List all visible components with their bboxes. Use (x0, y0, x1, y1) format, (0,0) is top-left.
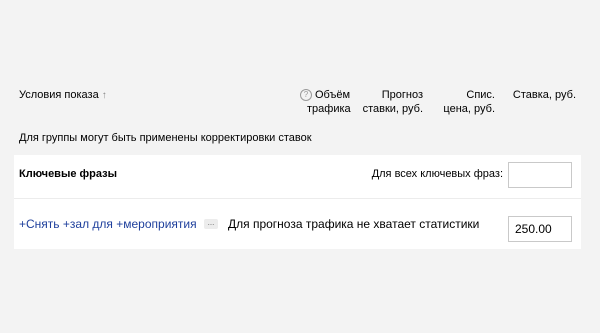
column-header-conditions-label: Условия показа (19, 89, 99, 101)
column-header-conditions[interactable]: Условия показа ↑ (19, 88, 107, 103)
sort-up-icon[interactable]: ↑ (102, 90, 107, 101)
all-keywords-bid-input[interactable] (508, 162, 572, 188)
bid-adjustment-notice: Для группы могут быть применены корректи… (19, 132, 312, 144)
traffic-forecast-status: Для прогноза трафика не хватает статисти… (228, 217, 480, 231)
more-options-button[interactable]: ... (204, 219, 218, 229)
column-header-forecast: Прогноз ставки, руб. (357, 88, 423, 116)
column-header-traffic-line2: трафика (307, 103, 351, 115)
column-header-price-line1: Спис. (466, 89, 495, 101)
help-icon[interactable]: ? (300, 89, 312, 101)
column-header-forecast-line1: Прогноз (381, 89, 423, 101)
column-header-traffic: ? Объём трафика (300, 88, 351, 116)
keywords-title: Ключевые фразы (19, 168, 117, 180)
column-header-forecast-line2: ставки, руб. (362, 103, 423, 115)
keyword-bid-input[interactable] (508, 216, 572, 242)
column-header-traffic-line1: Объём (315, 89, 351, 101)
row-divider (14, 198, 581, 199)
column-header-price: Спис. цена, руб. (432, 88, 495, 116)
keyword-phrase-link[interactable]: +Снять +зал для +мероприятия (19, 217, 197, 231)
column-header-price-line2: цена, руб. (443, 103, 495, 115)
all-keywords-bid-label: Для всех ключевых фраз: (371, 168, 503, 180)
column-header-bid: Ставка, руб. (512, 89, 576, 101)
